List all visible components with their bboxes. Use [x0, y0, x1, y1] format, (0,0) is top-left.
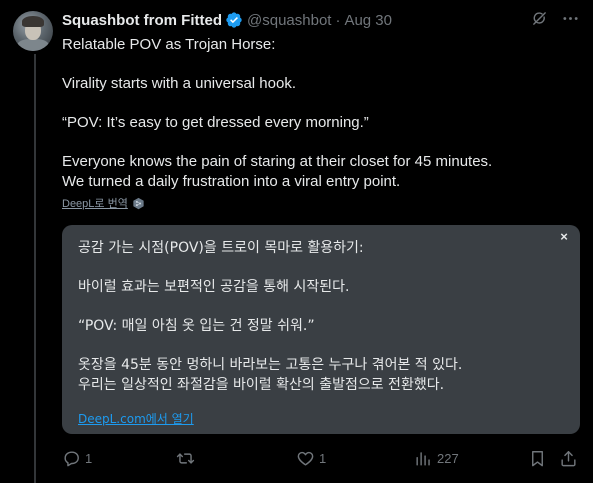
- thread-line: [34, 54, 36, 483]
- tweet-line: “POV: It’s easy to get dressed every mor…: [62, 114, 369, 131]
- separator-dot: ·: [335, 11, 341, 29]
- translation-line: 우리는 일상적인 좌절감을 바이럴 확산의 출발점으로 전환했다.: [78, 376, 445, 393]
- author-name[interactable]: Squashbot from Fitted: [62, 12, 222, 29]
- tweet-line: Virality starts with a universal hook.: [62, 75, 296, 92]
- avatar[interactable]: [13, 11, 53, 51]
- tweet-actions: 1 1 227: [62, 449, 580, 469]
- translation-card: × 공감 가는 시점(POV)을 트로이 목마로 활용하기: 바이럴 효과는 보…: [62, 225, 580, 434]
- avatar-hair: [22, 16, 44, 27]
- reply-button[interactable]: 1: [62, 449, 92, 468]
- verified-badge-icon[interactable]: [225, 11, 243, 29]
- translate-link[interactable]: DeepL로 번역: [62, 195, 128, 211]
- avatar-body: [17, 39, 49, 51]
- bookmark-button[interactable]: [528, 449, 547, 468]
- share-icon: [559, 449, 578, 468]
- translate-row: DeepL로 번역: [62, 195, 145, 211]
- like-count: 1: [319, 451, 327, 466]
- views-icon: [414, 449, 433, 468]
- bookmark-icon: [528, 449, 547, 468]
- tweet-line: Relatable POV as Trojan Horse:: [62, 36, 276, 53]
- deepl-icon: [132, 197, 145, 210]
- translation-line: 옷장을 45분 동안 멍하니 바라보는 고통은 누구나 겪어본 적 있다.: [78, 357, 463, 373]
- view-count: 227: [437, 451, 459, 466]
- translation-line: 바이럴 효과는 보편적인 공감을 통해 시작된다.: [78, 279, 350, 295]
- translation-text: 공감 가는 시점(POV)을 트로이 목마로 활용하기: 바이럴 효과는 보편적…: [78, 239, 568, 395]
- retweet-button[interactable]: [176, 449, 199, 468]
- views-button[interactable]: 227: [414, 449, 459, 468]
- like-button[interactable]: 1: [296, 449, 326, 468]
- post-date[interactable]: Aug 30: [344, 12, 392, 29]
- tweet-text: Relatable POV as Trojan Horse: Virality …: [62, 35, 577, 191]
- heart-icon: [296, 449, 315, 468]
- open-in-deepl-link[interactable]: DeepL.com에서 열기: [78, 410, 194, 427]
- tweet-header: Squashbot from Fitted @squashbot · Aug 3…: [62, 10, 392, 30]
- tweet-top-actions: [531, 10, 579, 27]
- retweet-icon: [176, 449, 195, 468]
- more-dots-icon[interactable]: [562, 10, 579, 27]
- reply-count: 1: [85, 451, 93, 466]
- tweet-line: We turned a daily frustration into a vir…: [62, 172, 401, 190]
- author-handle[interactable]: @squashbot: [247, 12, 331, 29]
- tweet-line: Everyone knows the pain of staring at th…: [62, 153, 493, 170]
- reply-icon: [62, 449, 81, 468]
- translation-line: 공감 가는 시점(POV)을 트로이 목마로 활용하기:: [78, 240, 364, 256]
- share-button[interactable]: [559, 449, 578, 468]
- grok-icon[interactable]: [531, 10, 548, 27]
- translation-line: “POV: 매일 아침 옷 입는 건 정말 쉬워.”: [78, 318, 315, 334]
